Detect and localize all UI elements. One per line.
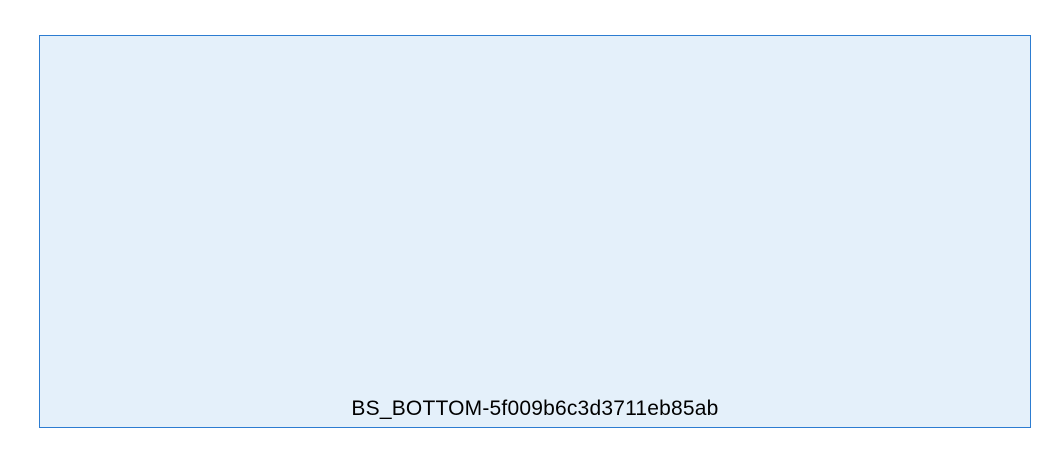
bottom-aligned-button[interactable]: BS_BOTTOM-5f009b6c3d3711eb85ab <box>39 35 1031 428</box>
button-label: BS_BOTTOM-5f009b6c3d3711eb85ab <box>351 397 719 420</box>
